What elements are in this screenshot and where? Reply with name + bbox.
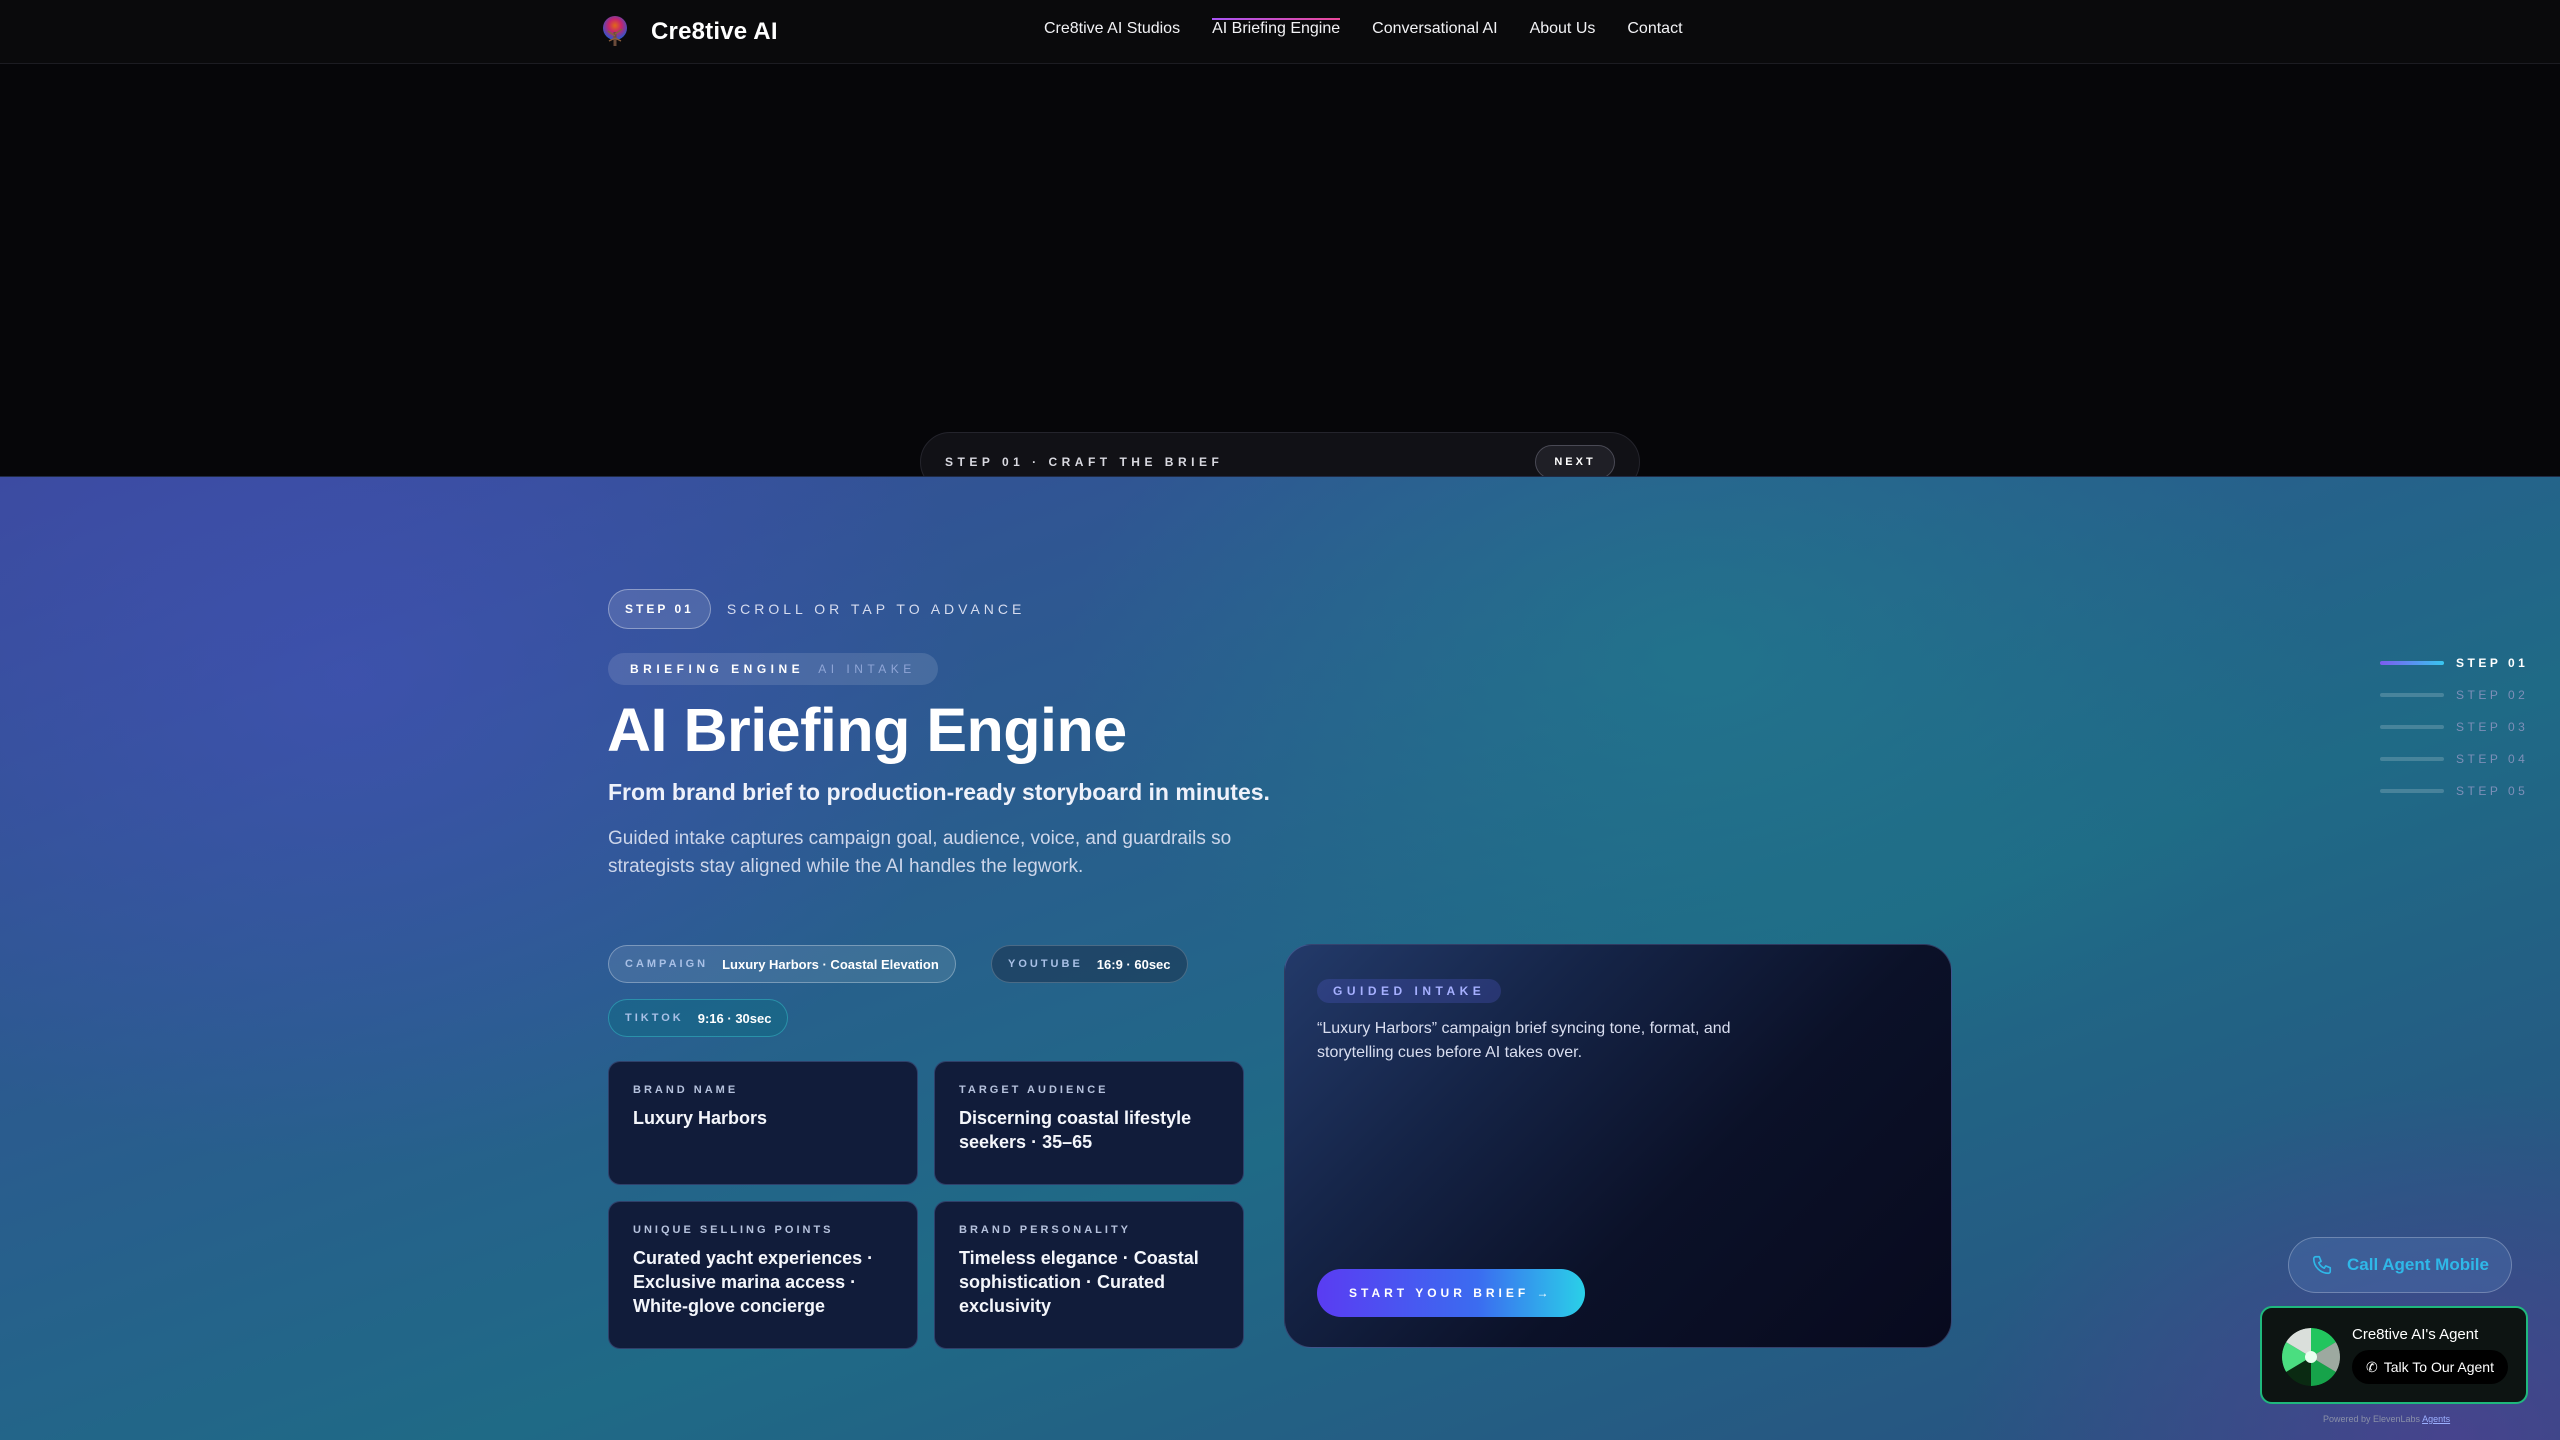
nav-item-contact[interactable]: Contact	[1627, 20, 1682, 38]
phone-icon	[2312, 1255, 2332, 1275]
brief-card-selling-points: UNIQUE SELLING POINTS Curated yacht expe…	[608, 1201, 918, 1349]
rail-step-01[interactable]: STEP 01	[2380, 647, 2560, 679]
page-subtitle: From brand brief to production-ready sto…	[608, 779, 1270, 805]
brief-card-target-audience: TARGET AUDIENCE Discerning coastal lifes…	[934, 1061, 1244, 1185]
page-title: AI Briefing Engine	[607, 696, 1127, 764]
brief-card-value: Discerning coastal lifestyle seekers · 3…	[959, 1108, 1192, 1152]
guided-intake-tag: GUIDED INTAKE	[1317, 979, 1502, 1003]
rail-step-02[interactable]: STEP 02	[2380, 679, 2560, 711]
brief-card-value: Curated yacht experiences · Exclusive ma…	[633, 1248, 874, 1316]
campaign-chip-key: CAMPAIGN	[625, 958, 709, 970]
rail-step-label: STEP 01	[2456, 656, 2529, 670]
call-agent-mobile-button[interactable]: Call Agent Mobile	[2288, 1237, 2512, 1293]
call-agent-label: Call Agent Mobile	[2347, 1255, 2489, 1274]
step-pill: STEP 01	[608, 589, 711, 629]
tiktok-chip: TIKTOK 9:16 · 30sec	[608, 999, 789, 1037]
rail-step-03[interactable]: STEP 03	[2380, 711, 2560, 743]
section-tag: BRIEFING ENGINE AI INTAKE	[608, 653, 938, 685]
brief-card-value: Luxury Harbors	[633, 1108, 768, 1128]
brief-card-label: BRAND PERSONALITY	[959, 1224, 1132, 1236]
tiktok-chip-value: 9:16 · 30sec	[697, 1010, 772, 1026]
start-brief-button[interactable]: START YOUR BRIEF →	[1317, 1269, 1585, 1317]
brief-card-label: TARGET AUDIENCE	[959, 1084, 1109, 1096]
brief-card-label: UNIQUE SELLING POINTS	[633, 1224, 834, 1236]
nav-item-about-us[interactable]: About Us	[1530, 20, 1596, 38]
hero-section: STEP 01 · CRAFT THE BRIEF NEXT	[0, 64, 2560, 492]
talk-to-agent-button[interactable]: ✆ Talk To Our Agent	[2352, 1350, 2508, 1384]
youtube-chip-value: 16:9 · 60sec	[1096, 956, 1171, 972]
brand-logo[interactable]: Cre8tive AI	[597, 14, 778, 50]
rail-step-05[interactable]: STEP 05	[2380, 775, 2560, 807]
youtube-chip: YOUTUBE 16:9 · 60sec	[991, 945, 1188, 983]
voice-agent-widget: Cre8tive AI's Agent ✆ Talk To Our Agent	[2260, 1306, 2528, 1404]
main-menu: Cre8tive AI Studios AI Briefing Engine C…	[1044, 18, 1683, 38]
briefing-section: STEP 01 SCROLL OR TAP TO ADVANCE BRIEFIN…	[0, 477, 2560, 1440]
step-indicator-row: STEP 01 SCROLL OR TAP TO ADVANCE	[608, 589, 1025, 629]
next-button[interactable]: NEXT	[1535, 445, 1615, 479]
guided-intake-panel: GUIDED INTAKE “Luxury Harbors” campaign …	[1284, 944, 1952, 1348]
rail-step-line	[2380, 789, 2444, 793]
powered-by-note: Powered by ElevenLabs Agents	[2323, 1414, 2450, 1424]
brief-card-brand-name: BRAND NAME Luxury Harbors	[608, 1061, 918, 1185]
rail-step-label: STEP 05	[2456, 784, 2529, 798]
section-tag-primary: BRIEFING ENGINE	[630, 662, 805, 676]
agent-title: Cre8tive AI's Agent	[2352, 1326, 2479, 1343]
brand-name: Cre8tive AI	[651, 18, 778, 45]
rail-step-04[interactable]: STEP 04	[2380, 743, 2560, 775]
rail-step-line	[2380, 757, 2444, 761]
campaign-chip-value: Luxury Harbors · Coastal Elevation	[722, 956, 939, 972]
tree-logo-icon	[603, 16, 627, 46]
section-tag-secondary: AI INTAKE	[818, 662, 916, 676]
tiktok-chip-key: TIKTOK	[625, 1012, 684, 1024]
phone-small-icon: ✆	[2366, 1358, 2378, 1375]
rail-step-label: STEP 03	[2456, 720, 2529, 734]
rail-step-line	[2380, 693, 2444, 697]
youtube-chip-key: YOUTUBE	[1008, 958, 1083, 970]
step-rail: STEP 01 STEP 02 STEP 03 STEP 04 STEP 05	[2380, 647, 2560, 807]
rail-step-label: STEP 02	[2456, 688, 2529, 702]
powered-by-text: Powered by ElevenLabs	[2323, 1414, 2421, 1424]
powered-by-link[interactable]: Agents	[2422, 1414, 2450, 1424]
brief-card-value: Timeless elegance · Coastal sophisticati…	[959, 1248, 1199, 1316]
page-description: Guided intake captures campaign goal, au…	[608, 828, 1232, 877]
brief-card-label: BRAND NAME	[633, 1084, 739, 1096]
top-navigation: Cre8tive AI Cre8tive AI Studios AI Brief…	[0, 0, 2560, 64]
guided-intake-text: “Luxury Harbors” campaign brief syncing …	[1317, 1020, 1731, 1061]
rail-step-line	[2380, 725, 2444, 729]
talk-to-agent-label: Talk To Our Agent	[2383, 1359, 2494, 1375]
scroll-hint: SCROLL OR TAP TO ADVANCE	[726, 601, 1026, 617]
step-progress-label: STEP 01 · CRAFT THE BRIEF	[945, 455, 1224, 469]
nav-item-briefing-engine[interactable]: AI Briefing Engine	[1212, 18, 1341, 38]
nav-item-conversational-ai[interactable]: Conversational AI	[1372, 20, 1497, 38]
agent-orb-icon	[2282, 1328, 2340, 1386]
rail-step-line	[2380, 661, 2444, 665]
nav-item-studios[interactable]: Cre8tive AI Studios	[1044, 20, 1180, 38]
rail-step-label: STEP 04	[2456, 752, 2529, 766]
brief-card-brand-personality: BRAND PERSONALITY Timeless elegance · Co…	[934, 1201, 1244, 1349]
campaign-chip: CAMPAIGN Luxury Harbors · Coastal Elevat…	[608, 945, 956, 983]
